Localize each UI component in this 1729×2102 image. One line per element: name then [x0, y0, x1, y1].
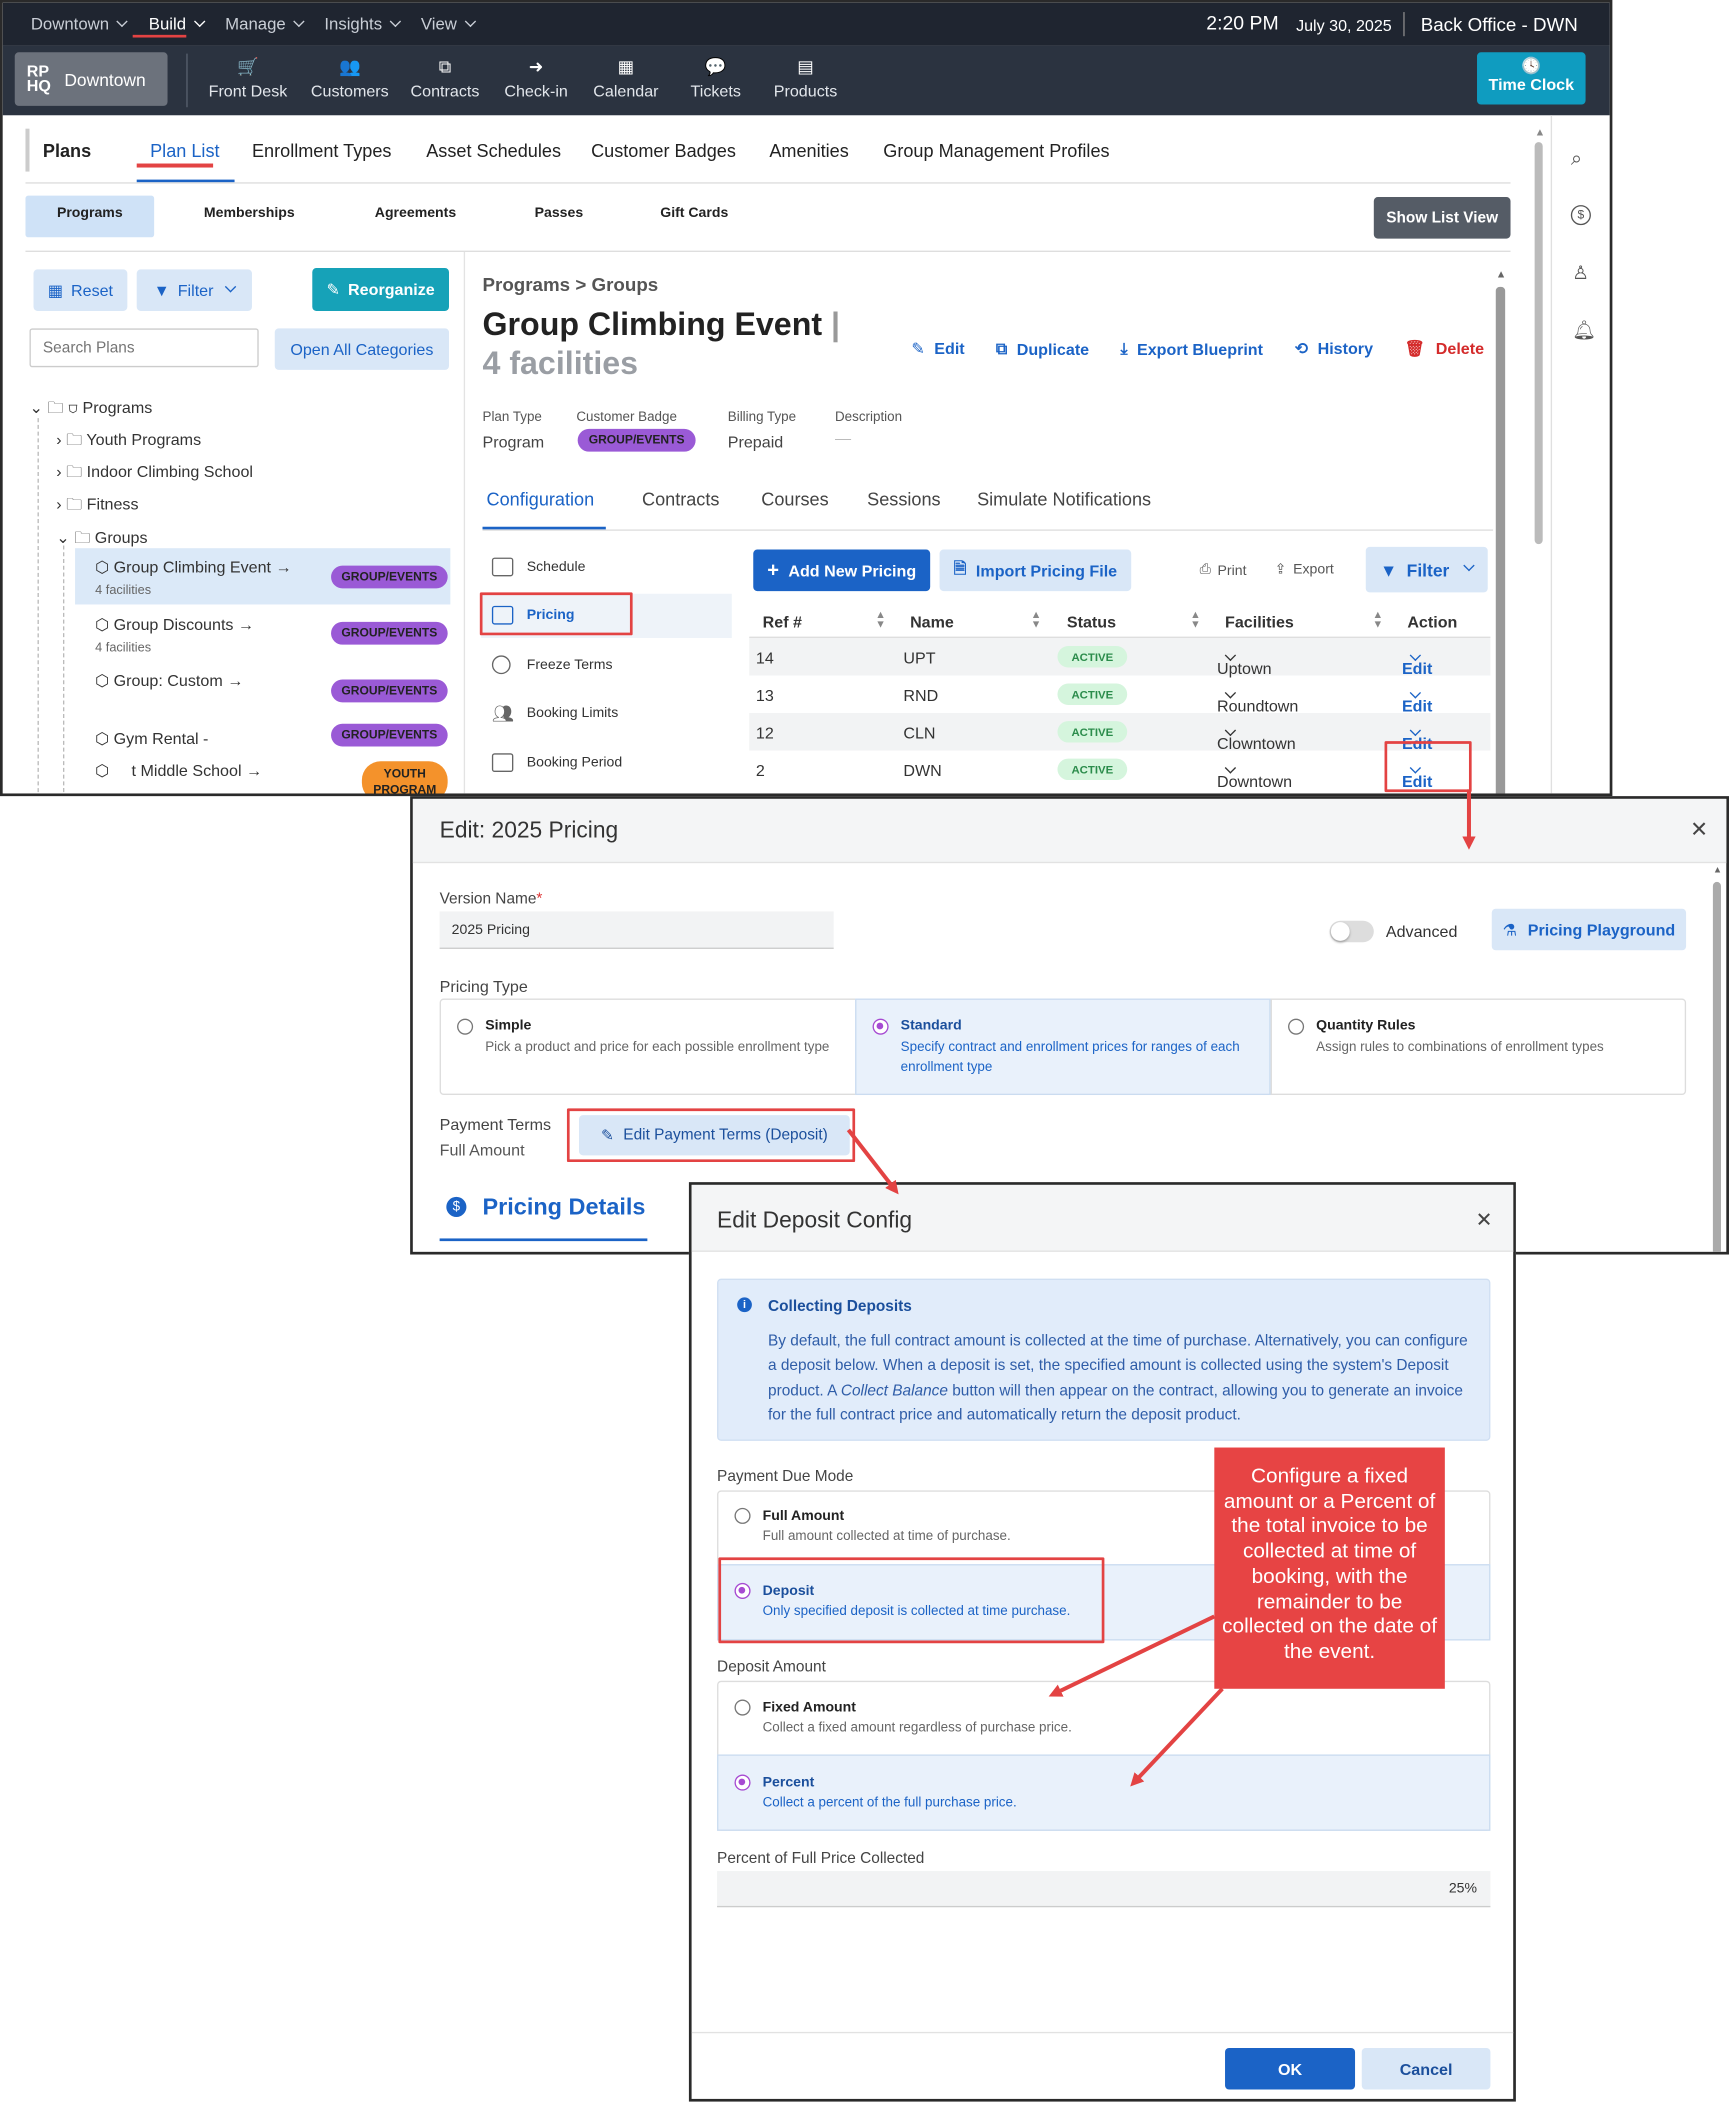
annotation-arrows [846, 789, 1476, 1787]
arrow-to-percent [1130, 1687, 1224, 1787]
arrow-to-fixed-amount [1048, 1614, 1216, 1697]
arrow-to-deposit-dialog [846, 1128, 899, 1195]
